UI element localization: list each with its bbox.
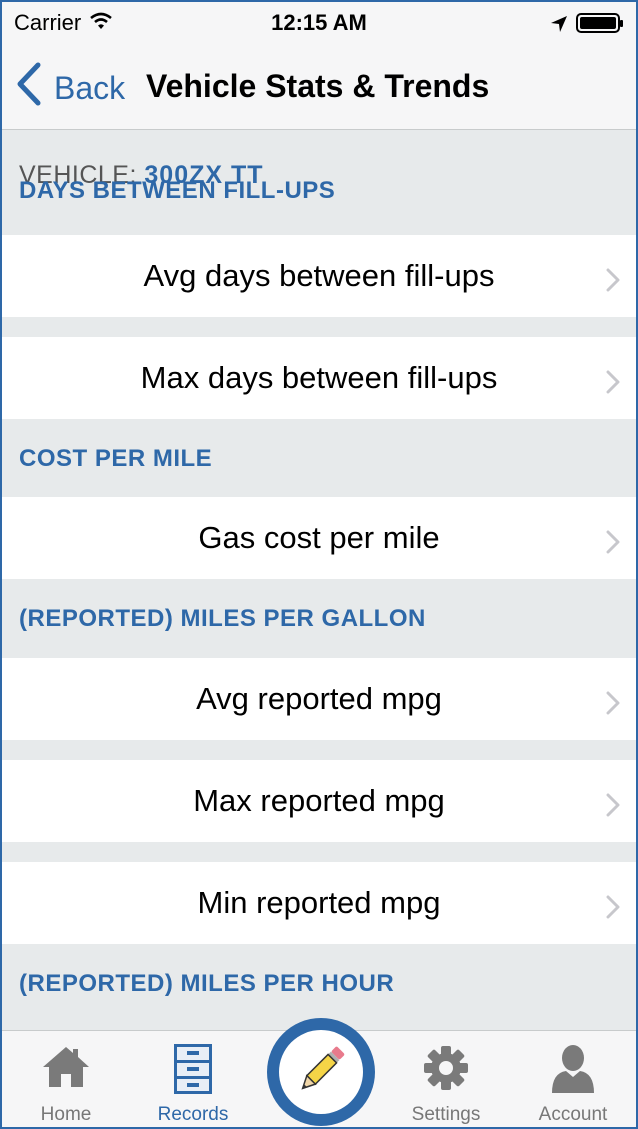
navigation-bar: Back Vehicle Stats & Trends [2, 46, 636, 130]
row-avg-days[interactable]: Avg days between fill-ups [2, 235, 636, 317]
back-button[interactable]: Back [16, 62, 125, 114]
tab-records[interactable]: Records [133, 1031, 253, 1127]
row-gas-cost[interactable]: Gas cost per mile [2, 497, 636, 579]
tab-label: Home [40, 1104, 92, 1125]
row-gap [2, 740, 636, 760]
row-gap [2, 317, 636, 337]
status-bar: Carrier 12:15 AM [2, 2, 636, 46]
section-header-days: DAYS BETWEEN FILL-UPS [19, 177, 336, 204]
row-label: Gas cost per mile [198, 520, 440, 555]
row-label: Avg days between fill-ups [143, 258, 495, 293]
app-frame: Carrier 12:15 AM Back Vehicle Stats & Tr… [0, 0, 638, 1129]
row-max-mpg[interactable]: Max reported mpg [2, 760, 636, 842]
tab-label: Settings [411, 1104, 481, 1125]
chevron-right-icon [606, 264, 620, 300]
status-time: 12:15 AM [271, 10, 367, 35]
new-record-button[interactable] [267, 1018, 375, 1126]
pencil-icon [291, 1040, 351, 1105]
row-label: Max days between fill-ups [140, 360, 498, 395]
tab-home[interactable]: Home [6, 1031, 126, 1127]
section-header-mpg: (REPORTED) MILES PER GALLON [19, 605, 426, 632]
row-label: Min reported mpg [197, 885, 441, 920]
section-header-cost: COST PER MILE [19, 445, 213, 472]
chevron-right-icon [606, 366, 620, 402]
tab-label: Account [538, 1104, 608, 1125]
location-arrow-icon [550, 13, 568, 39]
chevron-right-icon [606, 526, 620, 562]
file-cabinet-icon [133, 1043, 253, 1095]
chevron-left-icon [16, 62, 54, 114]
new-record-button-inner [279, 1030, 363, 1114]
status-right [550, 12, 624, 40]
gear-icon [386, 1043, 506, 1093]
person-icon [513, 1043, 633, 1095]
tab-settings[interactable]: Settings [386, 1031, 506, 1127]
stats-list: VEHICLE: 300ZX TT DAYS BETWEEN FILL-UPS … [2, 131, 636, 1004]
row-max-days[interactable]: Max days between fill-ups [2, 337, 636, 419]
row-avg-mpg[interactable]: Avg reported mpg [2, 658, 636, 740]
back-label: Back [54, 69, 126, 106]
row-label: Avg reported mpg [196, 681, 442, 716]
chevron-right-icon [606, 789, 620, 825]
row-min-mpg[interactable]: Min reported mpg [2, 862, 636, 944]
row-label: Max reported mpg [193, 783, 445, 818]
section-header-mph: (REPORTED) MILES PER HOUR [19, 970, 395, 997]
row-gap [2, 842, 636, 862]
home-icon [6, 1043, 126, 1089]
battery-icon [576, 12, 624, 40]
tab-label: Records [157, 1104, 229, 1125]
chevron-right-icon [606, 891, 620, 927]
chevron-right-icon [606, 687, 620, 723]
tab-account[interactable]: Account [513, 1031, 633, 1127]
page-title: Vehicle Stats & Trends [146, 68, 490, 104]
